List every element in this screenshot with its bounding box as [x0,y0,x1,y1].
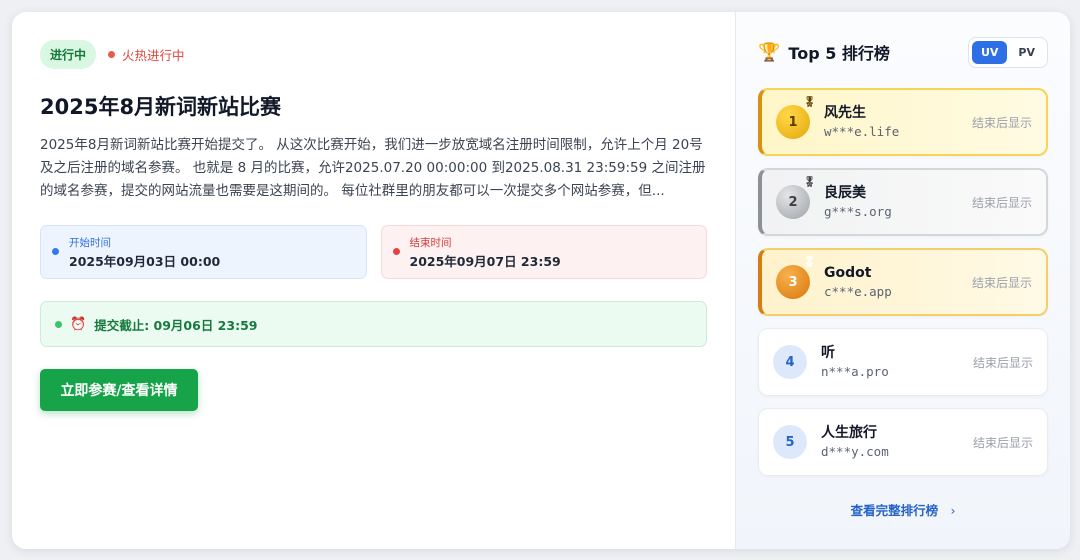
alarm-clock-icon: ⏰ [70,316,87,332]
rank-status: 结束后显示 [971,115,1032,130]
ranking-list: 1 🎖 风先生 w***e.life 结束后显示 2 🎖 良辰美 g***s.o… [758,88,1048,476]
rank-number: 5 [785,434,795,450]
join-contest-button[interactable]: 立即参赛/查看详情 [40,369,198,411]
time-row: 开始时间 2025年09月03日 00:00 结束时间 2025年09月07日 … [40,225,707,279]
start-time-label: 开始时间 [69,237,111,249]
rank-info: 良辰美 g***s.org [824,183,972,221]
contest-title: 2025年8月新词新站比赛 [40,95,282,119]
rank-number-badge: 4 [773,345,807,379]
deadline-text: 提交截止: 09月06日 23:59 [94,317,258,333]
hot-dot-icon [108,50,116,58]
ranking-title: 🏆 Top 5 排行榜 [758,40,890,64]
toggle-uv[interactable]: UV [971,40,1008,64]
status-badge: 进行中 [40,39,97,69]
end-dot-icon [392,248,400,255]
rank-status: 结束后显示 [972,355,1033,370]
ranking-title-text: Top 5 排行榜 [788,44,890,63]
rank-domain: n***a.pro [821,364,889,379]
rank-info: 听 n***a.pro [821,343,973,381]
rank-status: 结束后显示 [972,435,1033,450]
rank-name: 风先生 [824,105,866,121]
rank-number-badge: 5 [773,425,807,459]
rank-number: 3 [788,274,798,290]
start-time-box: 开始时间 2025年09月03日 00:00 [40,225,367,279]
rank-number: 2 [788,194,798,210]
deadline-dot-icon [55,320,62,328]
rank-domain: c***e.app [824,284,892,299]
rank-info: 人生旅行 d***y.com [821,423,973,461]
rank-item[interactable]: 2 🎖 良辰美 g***s.org 结束后显示 [758,168,1048,236]
rank-status: 结束后显示 [971,195,1032,210]
ranking-header: 🏆 Top 5 排行榜 UV PV [758,36,1048,68]
rank-item[interactable]: 5 人生旅行 d***y.com 结束后显示 [758,408,1048,476]
hot-label: 火热进行中 [122,47,185,63]
view-full-ranking-link[interactable]: 查看完整排行榜 › [736,500,1070,519]
contest-card: 进行中 火热进行中 2025年8月新词新站比赛 2025年8月新词新站比赛开始提… [12,12,1070,549]
view-all-label: 查看完整排行榜 [850,503,939,518]
status-row: 进行中 火热进行中 [40,39,707,69]
rank-item[interactable]: 3 🎖 Godot c***e.app 结束后显示 [758,248,1048,316]
rank-number: 4 [785,354,795,370]
rank-name: 人生旅行 [821,425,877,441]
medal-ribbon-icon: 🎖 [803,177,816,188]
end-time-label: 结束时间 [409,237,452,249]
trophy-icon: 🏆 [758,41,781,63]
medal-ribbon-icon: 🎖 [803,257,816,268]
rank-name: 良辰美 [824,185,866,201]
chevron-right-icon: › [950,503,956,518]
rank-item[interactable]: 4 听 n***a.pro 结束后显示 [758,328,1048,396]
medal-ribbon-icon: 🎖 [803,97,816,108]
rank-status: 结束后显示 [971,275,1032,290]
start-dot-icon [52,248,59,255]
deadline-banner: ⏰ 提交截止: 09月06日 23:59 [40,301,707,347]
gold-medal-icon: 1 🎖 [776,97,816,139]
start-time-value: 2025年09月03日 00:00 [69,254,221,269]
rank-domain: g***s.org [824,204,892,219]
contest-description: 2025年8月新词新站比赛开始提交了。 从这次比赛开始，我们进一步放宽域名注册时… [40,137,706,199]
silver-medal-icon: 2 🎖 [776,177,816,219]
end-time-box: 结束时间 2025年09月07日 23:59 [380,225,707,279]
hot-indicator: 火热进行中 [108,45,185,64]
rank-info: Godot c***e.app [824,263,972,301]
metric-toggle: UV PV [967,36,1048,68]
toggle-pv[interactable]: PV [1009,41,1044,64]
end-time-value: 2025年09月07日 23:59 [409,254,561,269]
rank-name: 听 [821,345,835,361]
bronze-medal-icon: 3 🎖 [776,257,816,299]
rank-item[interactable]: 1 🎖 风先生 w***e.life 结束后显示 [758,88,1048,156]
rank-domain: d***y.com [821,444,889,459]
rank-info: 风先生 w***e.life [824,103,972,141]
ranking-panel: 🏆 Top 5 排行榜 UV PV 1 🎖 风先生 w***e.life 结束后… [735,12,1070,549]
rank-number: 1 [788,114,798,130]
rank-name: Godot [824,265,872,281]
rank-domain: w***e.life [824,124,900,139]
contest-panel: 进行中 火热进行中 2025年8月新词新站比赛 2025年8月新词新站比赛开始提… [12,12,735,549]
